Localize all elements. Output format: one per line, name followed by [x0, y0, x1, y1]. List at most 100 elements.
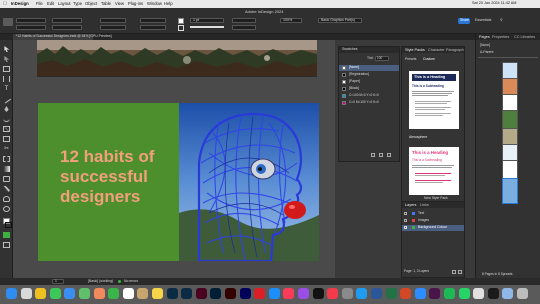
selection-tool-icon[interactable] — [4, 46, 10, 52]
notes-icon[interactable] — [152, 288, 163, 299]
swatch-row[interactable]: [Black] — [339, 86, 399, 92]
music-icon[interactable] — [283, 288, 295, 299]
excel-icon[interactable] — [385, 288, 397, 299]
scale-y-field[interactable] — [100, 25, 126, 30]
swatch-row[interactable]: C=0 M=100 Y=0 K=0 — [339, 100, 399, 106]
fill-swatch-icon[interactable] — [178, 18, 184, 24]
slack-icon[interactable] — [429, 288, 441, 299]
page-thumbnail[interactable] — [502, 178, 518, 204]
photoshop-icon[interactable] — [210, 288, 222, 299]
y-position-field[interactable] — [16, 25, 46, 30]
photos-icon[interactable] — [93, 288, 105, 299]
headline[interactable]: 12 habits of successful designers — [60, 147, 154, 207]
hand-tool-icon[interactable] — [3, 196, 10, 202]
menu-view[interactable]: View — [115, 1, 124, 6]
new-swatch-icon[interactable] — [379, 153, 383, 157]
visibility-eye-icon[interactable] — [404, 212, 407, 215]
stroke-type-select[interactable] — [190, 26, 224, 28]
contacts-icon[interactable] — [137, 288, 149, 299]
parent-master[interactable]: A-Parent — [480, 50, 493, 54]
tint-field[interactable]: 100 — [375, 56, 389, 61]
tab-pages[interactable]: Pages — [479, 35, 490, 39]
tab-properties[interactable]: Properties — [492, 35, 509, 39]
tab-paragraph[interactable]: Paragraph — [446, 48, 464, 52]
new-style-pack-button[interactable]: New Style Pack — [424, 196, 448, 200]
layer-row[interactable]: Images — [402, 218, 464, 224]
spotify-icon[interactable] — [444, 288, 455, 299]
word-icon[interactable] — [371, 288, 382, 299]
scale-x-field[interactable] — [100, 18, 126, 23]
pencil-tool-icon[interactable] — [3, 116, 10, 122]
premiere-icon[interactable] — [239, 288, 251, 299]
lightroom-icon[interactable] — [166, 288, 178, 299]
pen-tool-icon[interactable] — [4, 106, 9, 112]
messages-icon[interactable] — [49, 288, 61, 299]
delete-layer-icon[interactable] — [458, 270, 462, 274]
fx-field[interactable] — [232, 25, 256, 30]
scissors-tool-icon[interactable]: ✂ — [3, 146, 10, 152]
settings-icon[interactable] — [341, 288, 353, 299]
zoom-icon[interactable] — [414, 288, 426, 299]
mail-icon[interactable] — [64, 288, 76, 299]
screen-mode-icon[interactable] — [3, 242, 10, 248]
facetime-icon[interactable] — [108, 288, 120, 299]
style-pack-preview-1[interactable]: This is a Heading This is a Subheading — [409, 71, 459, 129]
illustrator-icon[interactable] — [225, 288, 236, 299]
opacity-field[interactable] — [232, 18, 256, 23]
shear-field[interactable] — [140, 25, 166, 30]
terminal-icon[interactable] — [487, 288, 499, 299]
apply-color-icon[interactable] — [3, 232, 10, 238]
menu-plugins[interactable]: Plug-ins — [128, 1, 143, 6]
news-icon[interactable] — [327, 288, 339, 299]
calendar-icon[interactable] — [122, 288, 134, 299]
sculpture-image[interactable] — [179, 103, 319, 261]
apple-icon[interactable]:  — [3, 2, 7, 7]
rotate-field[interactable] — [140, 18, 166, 23]
menu-help[interactable]: Help — [164, 1, 173, 6]
object-style-select[interactable]: Basic Graphics Part(s) — [318, 18, 362, 23]
eyedropper-tool-icon[interactable] — [3, 186, 10, 192]
tab-links[interactable]: Links — [420, 203, 429, 207]
x-position-field[interactable] — [16, 18, 46, 23]
home-icon[interactable] — [3, 18, 13, 26]
height-field[interactable] — [52, 25, 82, 30]
menu-table[interactable]: Table — [101, 1, 111, 6]
downloads-icon[interactable] — [502, 288, 514, 299]
indesign-icon[interactable] — [195, 288, 207, 299]
direct-selection-tool-icon[interactable] — [4, 56, 10, 62]
tv-icon[interactable] — [312, 288, 324, 299]
tab-character[interactable]: Character — [428, 48, 445, 52]
gradient-tool-icon[interactable] — [3, 166, 10, 172]
app-store-icon[interactable] — [268, 288, 280, 299]
menu-file[interactable]: File — [36, 1, 43, 6]
menu-layout[interactable]: Layout — [58, 1, 71, 6]
workspace-switcher[interactable]: Essentials — [475, 18, 491, 23]
previous-page-image[interactable] — [37, 40, 317, 76]
green-panel[interactable]: 12 habits of successful designers — [38, 103, 179, 261]
search-icon[interactable]: ⚲ — [500, 18, 503, 23]
style-pack-preview-2[interactable]: This is a Heading This is a Subheading — [409, 147, 459, 195]
creative-cloud-icon[interactable] — [254, 288, 266, 299]
powerpoint-icon[interactable] — [400, 288, 412, 299]
trash-icon[interactable] — [517, 288, 528, 299]
menu-type[interactable]: Type — [73, 1, 82, 6]
tab-layers[interactable]: Layers — [405, 203, 416, 207]
filter-custom[interactable]: Custom — [423, 57, 435, 61]
visibility-eye-icon[interactable] — [404, 219, 407, 222]
page-tool-icon[interactable] — [3, 66, 10, 72]
menu-clock[interactable]: Sat 20 Jan 2024 11:42 AM — [472, 1, 516, 6]
launchpad-icon[interactable] — [20, 288, 32, 299]
preview-icon[interactable] — [473, 288, 485, 299]
line-tool-icon[interactable] — [1, 94, 12, 104]
maps-icon[interactable] — [79, 288, 90, 299]
stroke-color-icon[interactable] — [5, 222, 12, 228]
free-transform-tool-icon[interactable] — [3, 156, 10, 162]
note-tool-icon[interactable] — [3, 176, 10, 182]
safari-icon[interactable] — [356, 288, 368, 299]
swatch-row[interactable]: [Paper] — [339, 79, 399, 85]
tab-style-packs[interactable]: Style Packs — [405, 48, 425, 52]
none-master[interactable]: [None] — [480, 43, 490, 47]
swatch-row[interactable]: [Registration] — [339, 72, 399, 78]
tab-cc-libraries[interactable]: CC Libraries — [514, 35, 535, 39]
whatsapp-icon[interactable] — [458, 288, 470, 299]
